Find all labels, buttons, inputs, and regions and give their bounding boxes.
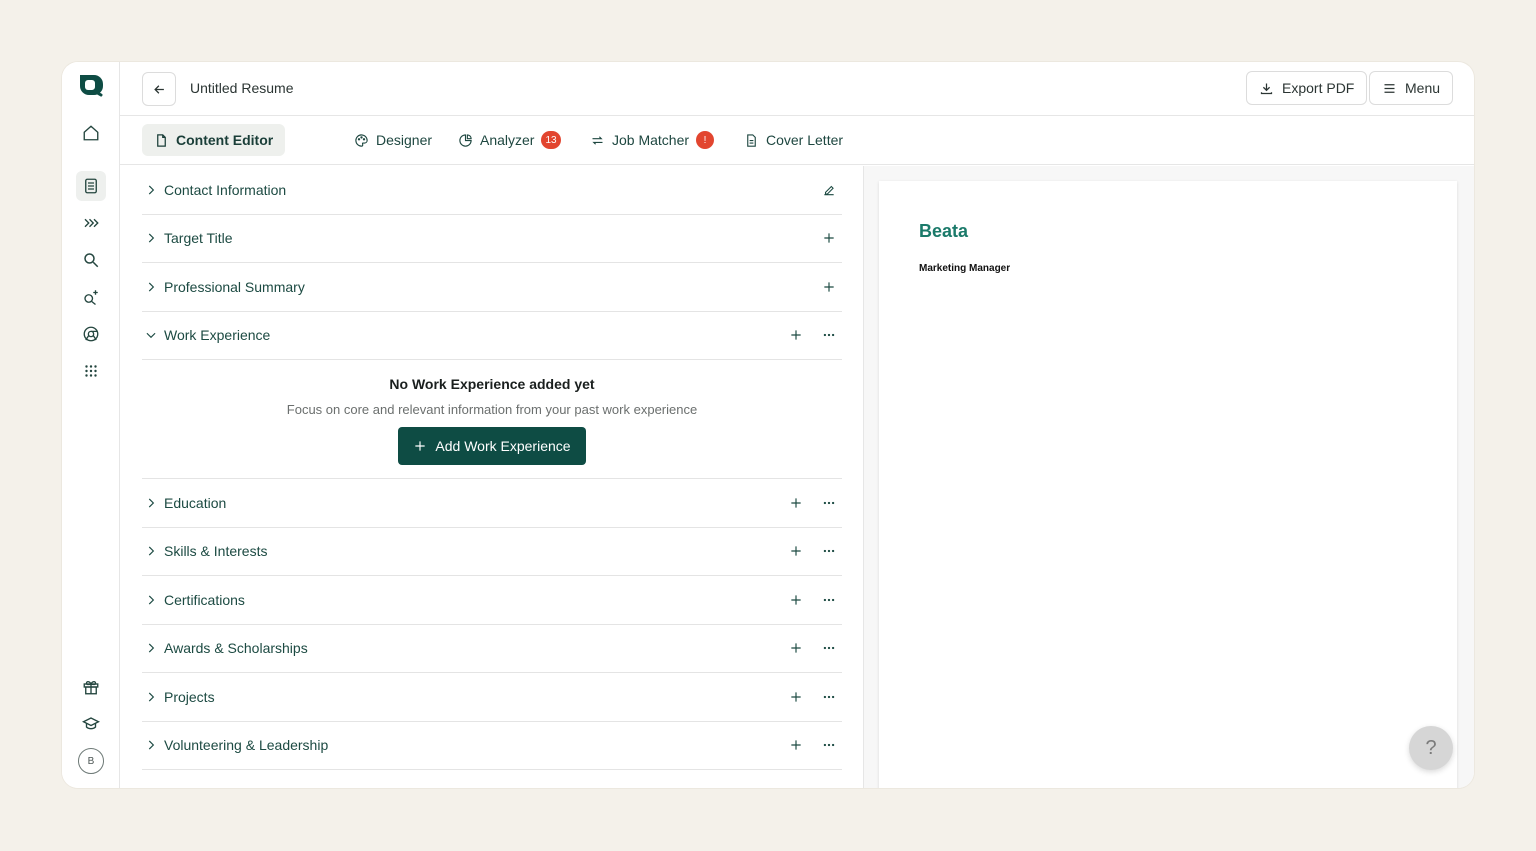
tab-analyzer[interactable]: Analyzer 13 bbox=[446, 124, 573, 156]
section-education[interactable]: Education bbox=[142, 479, 842, 528]
section-certifications[interactable]: Certifications bbox=[142, 576, 842, 625]
ai-search-icon[interactable] bbox=[76, 282, 106, 312]
section-label: Work Experience bbox=[164, 327, 271, 344]
plus-icon[interactable] bbox=[787, 688, 805, 706]
add-work-experience-label: Add Work Experience bbox=[435, 438, 571, 454]
plus-icon[interactable] bbox=[820, 278, 838, 296]
chevron-right-icon[interactable] bbox=[144, 231, 158, 245]
back-button[interactable] bbox=[142, 72, 176, 106]
more-icon[interactable] bbox=[820, 494, 838, 512]
more-icon[interactable] bbox=[820, 326, 838, 344]
more-icon[interactable] bbox=[820, 591, 838, 609]
graduation-cap-icon[interactable] bbox=[76, 709, 106, 739]
palette-icon bbox=[355, 133, 368, 147]
plus-icon[interactable] bbox=[787, 639, 805, 657]
chevron-right-icon[interactable] bbox=[144, 544, 158, 558]
section-awards-scholarships[interactable]: Awards & Scholarships bbox=[142, 625, 842, 673]
pie-chart-icon bbox=[459, 133, 472, 147]
tab-job-matcher[interactable]: Job Matcher ! bbox=[578, 124, 726, 156]
chevron-right-icon[interactable] bbox=[144, 593, 158, 607]
more-icon[interactable] bbox=[820, 688, 838, 706]
section-label: Certifications bbox=[164, 591, 245, 608]
chevron-right-icon[interactable] bbox=[144, 641, 158, 655]
export-pdf-button[interactable]: Export PDF bbox=[1246, 71, 1368, 105]
apps-grid-icon[interactable] bbox=[76, 356, 106, 386]
hamburger-icon bbox=[1384, 83, 1395, 93]
analyzer-badge: 13 bbox=[541, 131, 561, 149]
section-professional-summary[interactable]: Professional Summary bbox=[142, 263, 842, 312]
tab-bar: Content Editor Designer Analyzer 13 Job … bbox=[120, 117, 1474, 165]
logo-icon[interactable] bbox=[76, 71, 106, 99]
plus-icon[interactable] bbox=[787, 591, 805, 609]
content-editor: Contact Information Target Title Professio… bbox=[142, 166, 842, 770]
section-label: Education bbox=[164, 494, 227, 511]
chevron-down-icon[interactable] bbox=[144, 328, 158, 342]
chevron-right-icon[interactable] bbox=[144, 280, 158, 294]
section-contact-information[interactable]: Contact Information bbox=[142, 166, 842, 215]
preview-name: Beata bbox=[919, 221, 969, 241]
tab-label: Content Editor bbox=[176, 132, 274, 148]
resume-icon[interactable] bbox=[76, 171, 106, 201]
job-matcher-badge: ! bbox=[696, 131, 715, 149]
chevrons-icon[interactable] bbox=[76, 208, 106, 238]
empty-title: No Work Experience added yet bbox=[389, 376, 595, 392]
document-title[interactable]: Untitled Resume bbox=[190, 80, 294, 96]
section-skills-interests[interactable]: Skills & Interests bbox=[142, 528, 842, 576]
section-target-title[interactable]: Target Title bbox=[142, 215, 842, 263]
section-label: Volunteering & Leadership bbox=[164, 737, 329, 754]
work-experience-empty-state: No Work Experience added yet Focus on cor… bbox=[142, 360, 842, 479]
plus-icon[interactable] bbox=[820, 229, 838, 247]
top-header: Untitled Resume Export PDF Menu bbox=[120, 62, 1474, 116]
chevron-right-icon[interactable] bbox=[144, 690, 158, 704]
tab-label: Analyzer bbox=[480, 132, 535, 148]
chevron-right-icon[interactable] bbox=[144, 738, 158, 752]
chrome-icon[interactable] bbox=[76, 319, 106, 349]
download-icon bbox=[1260, 83, 1273, 94]
avatar[interactable]: B bbox=[78, 748, 104, 774]
menu-button[interactable]: Menu bbox=[1369, 71, 1454, 105]
menu-label: Menu bbox=[1405, 80, 1441, 96]
more-icon[interactable] bbox=[820, 736, 838, 754]
plus-icon bbox=[415, 441, 426, 451]
plus-icon[interactable] bbox=[787, 494, 805, 512]
more-icon[interactable] bbox=[820, 639, 838, 657]
section-label: Target Title bbox=[164, 230, 233, 247]
preview-title: Marketing Manager bbox=[919, 263, 1011, 274]
section-volunteering-leadership[interactable]: Volunteering & Leadership bbox=[142, 722, 842, 770]
plus-icon[interactable] bbox=[787, 542, 805, 560]
tab-label: Cover Letter bbox=[766, 132, 844, 148]
edit-icon[interactable] bbox=[820, 181, 838, 199]
plus-icon[interactable] bbox=[787, 736, 805, 754]
more-icon[interactable] bbox=[820, 542, 838, 560]
tab-label: Job Matcher bbox=[612, 132, 690, 148]
plus-icon[interactable] bbox=[787, 326, 805, 344]
document-icon bbox=[747, 133, 756, 147]
tab-content-editor[interactable]: Content Editor bbox=[142, 124, 286, 156]
tab-label: Designer bbox=[376, 132, 433, 148]
empty-subtitle: Focus on core and relevant information f… bbox=[286, 402, 698, 417]
section-label: Projects bbox=[164, 688, 215, 705]
sidebar: B bbox=[62, 62, 120, 788]
arrow-left-icon bbox=[153, 84, 164, 94]
section-label: Professional Summary bbox=[164, 278, 305, 295]
search-icon[interactable] bbox=[76, 245, 106, 275]
section-label: Awards & Scholarships bbox=[164, 640, 308, 657]
add-work-experience-button[interactable]: Add Work Experience bbox=[398, 427, 586, 465]
file-icon bbox=[157, 133, 166, 147]
gift-icon[interactable] bbox=[76, 672, 106, 702]
chevron-right-icon[interactable] bbox=[144, 183, 158, 197]
section-projects[interactable]: Projects bbox=[142, 673, 842, 722]
export-pdf-label: Export PDF bbox=[1282, 80, 1355, 96]
chevron-right-icon[interactable] bbox=[144, 496, 158, 510]
help-button[interactable]: ? bbox=[1409, 726, 1453, 770]
tab-designer[interactable]: Designer bbox=[342, 124, 444, 156]
section-label: Skills & Interests bbox=[164, 543, 268, 560]
resume-preview[interactable]: Beata Marketing Manager bbox=[879, 181, 1457, 788]
arrows-icon bbox=[592, 135, 603, 145]
section-work-experience[interactable]: Work Experience bbox=[142, 312, 842, 360]
home-icon[interactable] bbox=[76, 118, 106, 148]
section-label: Contact Information bbox=[164, 181, 287, 198]
tab-cover-letter[interactable]: Cover Letter bbox=[732, 124, 855, 156]
app-window: B Untitled Resume Export PDF Menu Conten… bbox=[62, 62, 1474, 788]
